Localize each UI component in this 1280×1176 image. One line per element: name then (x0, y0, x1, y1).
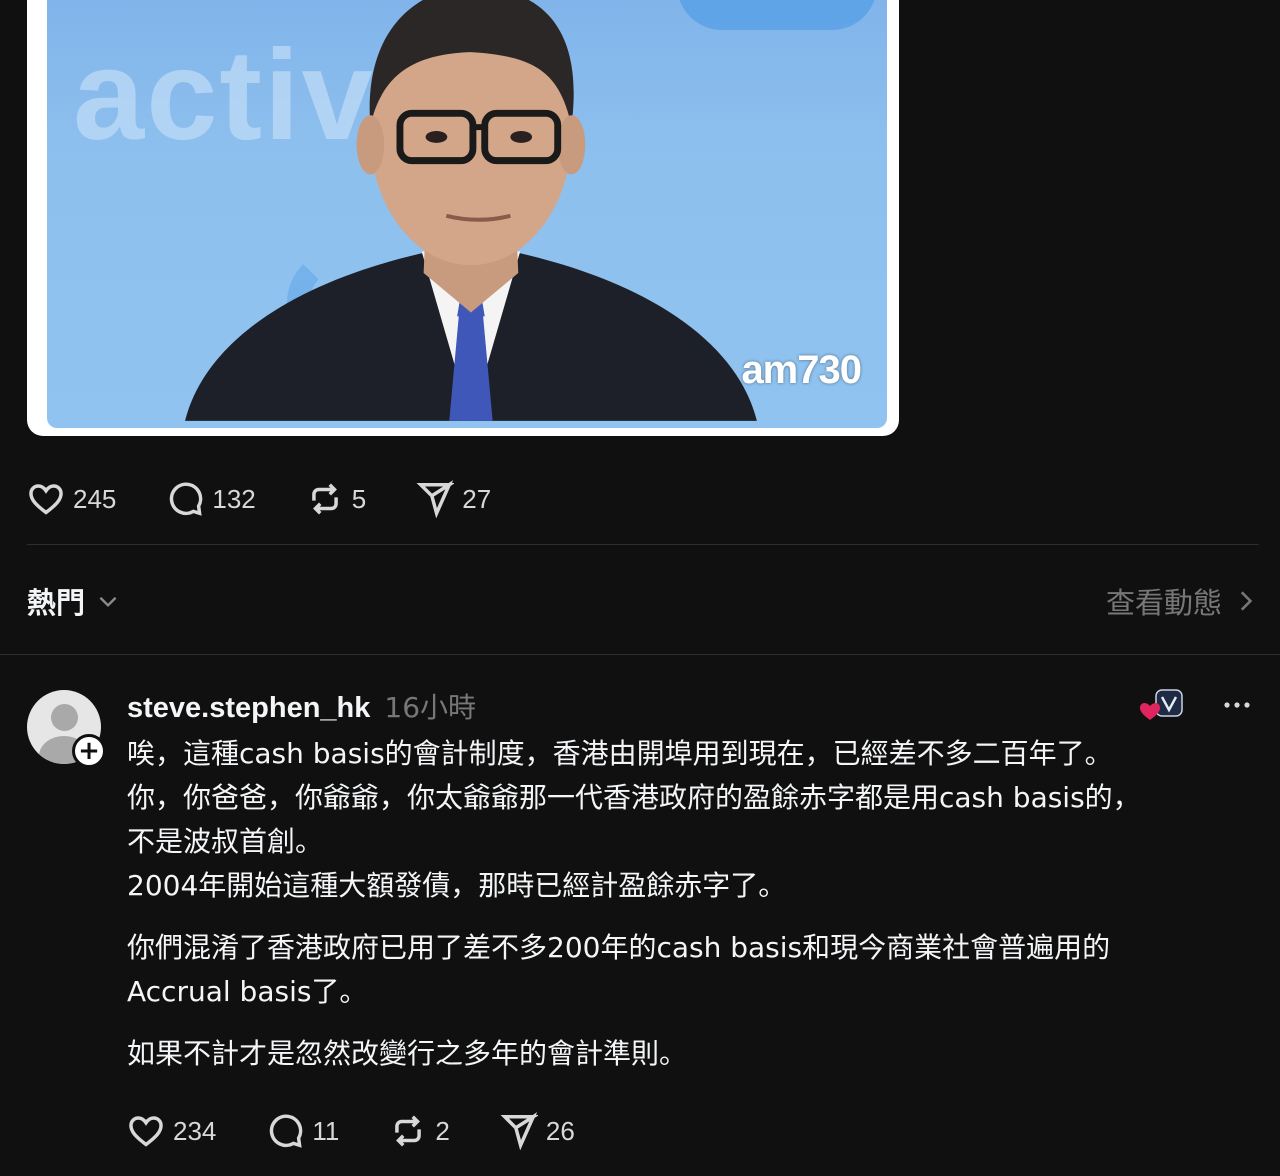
share-count: 26 (545, 1115, 575, 1146)
repost-icon (395, 1115, 422, 1147)
comment-icon (170, 482, 203, 516)
like-button[interactable]: 234 (127, 1112, 216, 1150)
send-icon (416, 480, 455, 518)
timestamp: 16小時 (384, 691, 477, 724)
reply-line: 你，你爸爸，你爺爺，你太爺爺那一代香港政府的盈餘赤字都是用cash basis的… (127, 781, 1141, 814)
divider (0, 654, 1280, 655)
repost-count: 2 (435, 1115, 450, 1146)
follow-button[interactable]: + (72, 734, 106, 768)
reply-header: steve.stephen_hk 16小時 (127, 686, 476, 726)
reply-line: 唉，這種cash basis的會計制度，香港由開埠用到現在，已經差不多二百年了。 (127, 737, 1113, 770)
heart-icon (29, 484, 63, 515)
like-count: 245 (73, 483, 117, 514)
repost-button[interactable]: 2 (389, 1112, 450, 1150)
share-count: 27 (462, 483, 492, 514)
reply-line: 不是波叔首創。 (127, 825, 324, 858)
liked-by-author-badge-icon (1140, 689, 1183, 720)
repost-count: 5 (351, 483, 367, 514)
comment-icon (270, 1114, 303, 1148)
repost-button[interactable]: 5 (306, 480, 366, 518)
sort-dropdown[interactable]: 熱門 (27, 580, 121, 622)
reply-text: 唉，這種cash basis的會計制度，香港由開埠用到現在，已經差不多二百年了。… (127, 732, 1247, 1076)
comment-button[interactable]: 132 (166, 480, 256, 518)
reply-line: 如果不計才是忽然改變行之多年的會計準則。 (127, 1037, 688, 1070)
reply-actions: 234 11 2 26 (127, 1112, 575, 1150)
reply-line: Accrual basis了。 (127, 975, 368, 1008)
more-options-icon[interactable] (1222, 690, 1252, 720)
divider (27, 544, 1259, 545)
like-button[interactable]: 245 (27, 480, 116, 518)
reply-line: 2004年開始這種大額發債，那時已經計盈餘赤字了。 (127, 869, 787, 902)
photo: activ am730 (47, 0, 887, 428)
view-activity-label: 查看動態 (1105, 586, 1222, 620)
avatar-head (51, 704, 78, 731)
sort-label: 熱門 (27, 586, 86, 620)
watermark: am730 (741, 348, 862, 392)
chevron-right-icon (1240, 591, 1253, 611)
reply-line: 你們混淆了香港政府已用了差不多200年的cash basis和現今商業社會普遍用… (127, 931, 1111, 964)
view-activity-link[interactable]: 查看動態 (1106, 580, 1258, 622)
comment-count: 132 (212, 483, 256, 514)
comment-count: 11 (312, 1115, 340, 1146)
heart-icon (129, 1116, 163, 1147)
send-icon (500, 1112, 538, 1150)
post-actions: 245 132 5 27 (27, 480, 491, 518)
comment-button[interactable]: 11 (266, 1112, 339, 1150)
post-image[interactable]: activ am730 (27, 0, 899, 436)
like-count: 234 (173, 1115, 217, 1146)
repost-icon (311, 483, 338, 515)
share-button[interactable]: 27 (416, 480, 491, 518)
chevron-down-icon (99, 596, 117, 608)
share-button[interactable]: 26 (500, 1112, 575, 1150)
username[interactable]: steve.stephen_hk (127, 692, 370, 725)
